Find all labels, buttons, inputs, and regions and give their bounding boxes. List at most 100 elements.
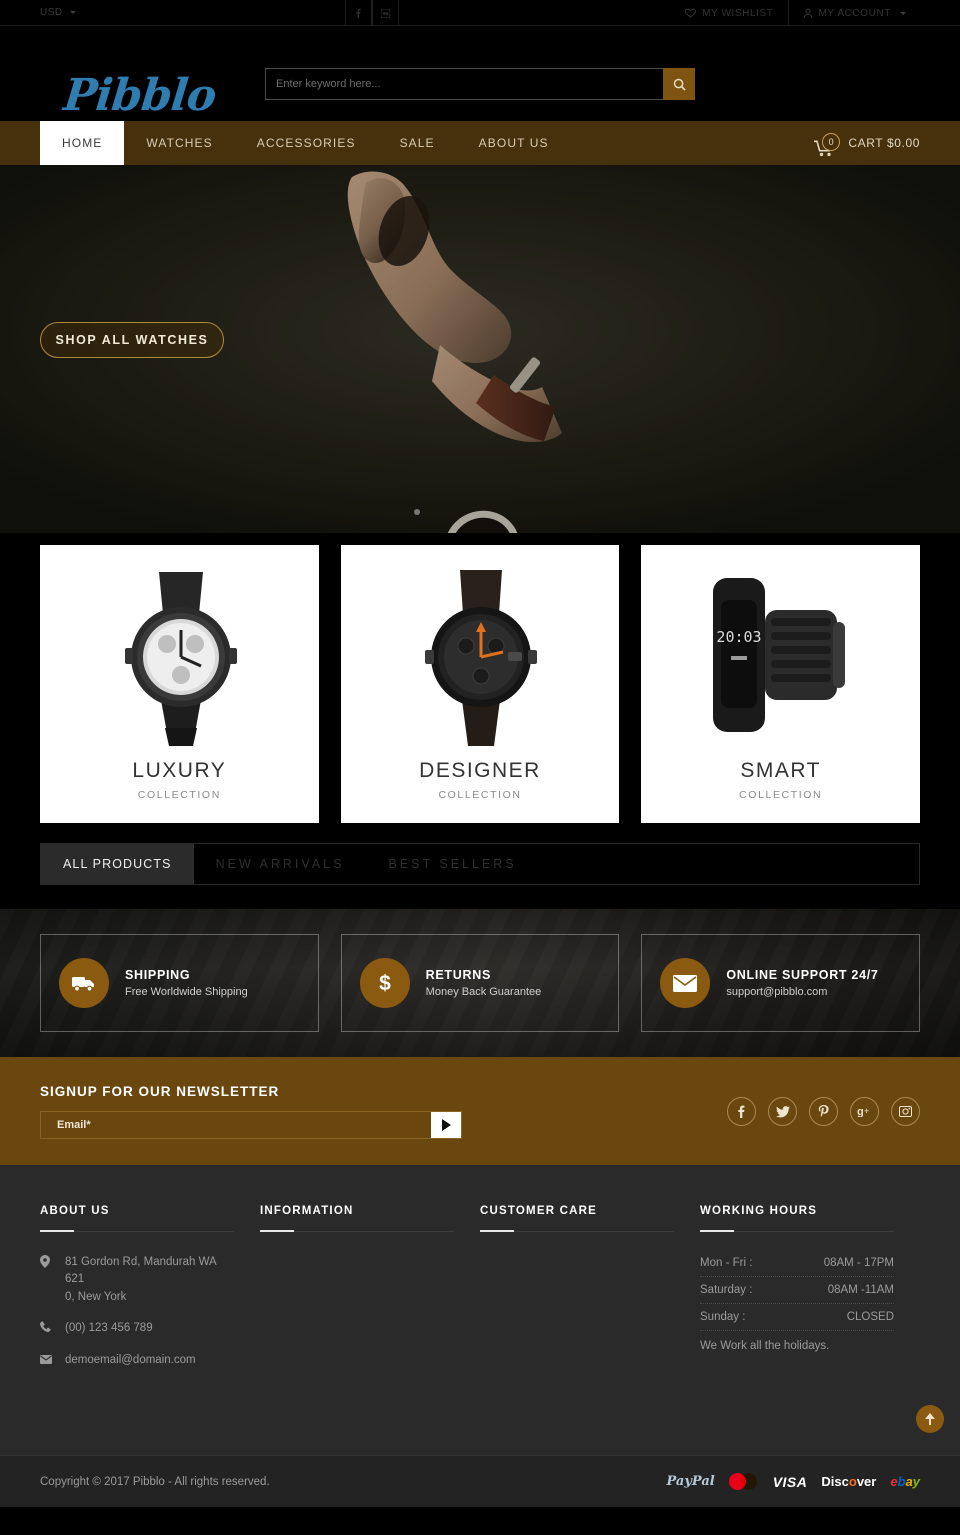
address-line-1: 81 Gordon Rd, Mandurah WA 621	[65, 1256, 217, 1286]
newsletter-section: SIGNUP FOR OUR NEWSLETTER g+	[0, 1057, 960, 1165]
footer-column-information: INFORMATION	[260, 1205, 480, 1384]
payment-methods: PayPal VISA Disc o ver ebay	[667, 1473, 920, 1490]
truck-icon	[59, 958, 109, 1008]
collection-subtitle: COLLECTION	[137, 789, 221, 801]
working-hours-row: Sunday : CLOSED	[700, 1304, 894, 1331]
svg-text:g: g	[857, 1106, 864, 1117]
facebook-icon[interactable]	[345, 0, 372, 26]
footer-phone: (00) 123 456 789	[40, 1320, 234, 1338]
service-title: ONLINE SUPPORT 24/7	[726, 967, 879, 982]
luxury-watch-image	[40, 545, 319, 759]
mastercard-icon	[728, 1473, 759, 1490]
account-label: MY ACCOUNT	[818, 7, 891, 19]
email-address[interactable]: demoemail@domain.com	[65, 1352, 196, 1370]
wishlist-label: MY WISHLIST	[702, 7, 774, 19]
nav-item-accessories[interactable]: ACCESSORIES	[235, 121, 378, 165]
divider	[40, 1230, 234, 1232]
divider	[260, 1230, 454, 1232]
service-online-support: ONLINE SUPPORT 24/7 support@pibblo.com	[641, 934, 921, 1032]
scroll-to-top-button[interactable]	[916, 1405, 944, 1433]
account-link[interactable]: MY ACCOUNT	[789, 0, 921, 26]
newsletter-email-input[interactable]	[41, 1111, 431, 1138]
footer-heading: INFORMATION	[260, 1205, 354, 1217]
collection-title: SMART	[740, 759, 821, 782]
nav-item-home[interactable]: HOME	[40, 121, 125, 165]
collection-card-designer[interactable]: DESIGNER COLLECTION	[340, 545, 620, 823]
nav-item-sale[interactable]: SALE	[378, 121, 457, 165]
carousel-dot[interactable]	[414, 509, 420, 515]
nav-item-about-us[interactable]: ABOUT US	[457, 121, 571, 165]
pinterest-icon[interactable]	[809, 1097, 838, 1126]
nav-item-watches[interactable]: WATCHES	[124, 121, 234, 165]
tab-new-arrivals[interactable]: NEW ARRIVALS	[194, 844, 367, 884]
fitness-band-icon: 20:03	[712, 578, 845, 732]
smart-band-image: 20:03	[641, 545, 920, 759]
services-strip: SHIPPING Free Worldwide Shipping $ RETUR…	[0, 909, 960, 1057]
cart-icon: 0	[814, 129, 842, 157]
cart-button[interactable]: 0 CART $0.00	[814, 121, 920, 165]
flickr-icon[interactable]	[372, 0, 399, 26]
service-title: SHIPPING	[125, 967, 191, 982]
footer-heading: ABOUT US	[40, 1205, 110, 1217]
newsletter-submit-button[interactable]	[431, 1111, 461, 1138]
search-input[interactable]	[265, 68, 663, 100]
phone-number[interactable]: (00) 123 456 789	[65, 1320, 153, 1338]
bottom-bar: Copyright © 2017 Pibblo - All rights res…	[0, 1455, 960, 1507]
footer-column-about-us: ABOUT US 81 Gordon Rd, Mandurah WA 621 0…	[40, 1205, 260, 1384]
working-time: 08AM - 17PM	[823, 1257, 894, 1269]
shop-all-watches-button[interactable]: SHOP ALL WATCHES	[40, 322, 224, 358]
visa-icon: VISA	[772, 1473, 808, 1490]
svg-text:+: +	[864, 1106, 869, 1116]
hero-banner: SHOP ALL WATCHES	[0, 165, 960, 533]
collection-card-smart[interactable]: 20:03 SMART COLLECTION	[641, 545, 921, 823]
top-bar: USD MY WISHLIST MY ACCOUNT	[0, 0, 960, 26]
page-root: USD MY WISHLIST MY ACCOUNT Pibblo Enter …	[0, 0, 960, 1535]
cart-count-badge: 0	[822, 133, 841, 151]
tab-best-sellers[interactable]: BEST SELLERS	[366, 844, 538, 884]
search-button[interactable]	[663, 68, 695, 100]
working-day: Saturday :	[700, 1284, 753, 1296]
footer-email: demoemail@domain.com	[40, 1352, 234, 1370]
address-line-2: 0, New York	[65, 1290, 127, 1303]
discover-icon: Disc o ver	[821, 1474, 877, 1489]
location-pin-icon	[40, 1254, 53, 1306]
service-subtitle: Money Back Guarantee	[425, 986, 542, 999]
working-day: Mon - Fri :	[700, 1257, 753, 1269]
top-social-links	[345, 0, 399, 26]
collection-subtitle: COLLECTION	[438, 789, 522, 801]
twitter-icon[interactable]	[768, 1097, 797, 1126]
currency-label: USD	[40, 7, 63, 18]
site-footer: ABOUT US 81 Gordon Rd, Mandurah WA 621 0…	[0, 1165, 960, 1455]
product-tabs: ALL PRODUCTS NEW ARRIVALS BEST SELLERS	[40, 843, 920, 885]
top-bar-right: MY WISHLIST MY ACCOUNT	[671, 0, 920, 26]
heart-icon	[685, 8, 697, 18]
cart-label: CART $0.00	[848, 136, 920, 150]
footer-heading: WORKING HOURS	[700, 1205, 818, 1217]
social-links: g +	[727, 1097, 920, 1126]
google-plus-icon[interactable]: g +	[850, 1097, 879, 1126]
pilot-watch-icon	[425, 570, 537, 746]
tab-all-products[interactable]: ALL PRODUCTS	[41, 844, 194, 884]
collection-card-luxury[interactable]: LUXURY COLLECTION	[40, 545, 319, 823]
service-subtitle: Free Worldwide Shipping	[125, 986, 248, 999]
collection-cards: LUXURY COLLECTION DESIGNER COLLECTION 20…	[0, 545, 960, 823]
facebook-icon[interactable]	[727, 1097, 756, 1126]
divider	[700, 1230, 894, 1232]
phone-icon	[40, 1320, 53, 1338]
wishlist-link[interactable]: MY WISHLIST	[671, 0, 787, 26]
instagram-icon[interactable]	[891, 1097, 920, 1126]
working-hours-row: Saturday : 08AM -11AM	[700, 1277, 894, 1304]
collection-subtitle: COLLECTION	[739, 789, 823, 801]
service-title: RETURNS	[425, 967, 491, 982]
envelope-icon	[40, 1352, 53, 1370]
copyright-text: Copyright © 2017 Pibblo - All rights res…	[40, 1475, 270, 1488]
newsletter-title: SIGNUP FOR OUR NEWSLETTER	[40, 1083, 280, 1099]
site-logo[interactable]: Pibblo	[61, 70, 218, 121]
service-subtitle: support@pibblo.com	[726, 986, 828, 999]
dollar-icon: $	[359, 958, 410, 1008]
currency-selector[interactable]: USD	[0, 7, 76, 18]
footer-heading: CUSTOMER CARE	[480, 1205, 597, 1217]
arrow-right-icon	[442, 1118, 451, 1131]
working-hours-row: Mon - Fri : 08AM - 17PM	[700, 1250, 894, 1277]
divider	[480, 1230, 674, 1232]
